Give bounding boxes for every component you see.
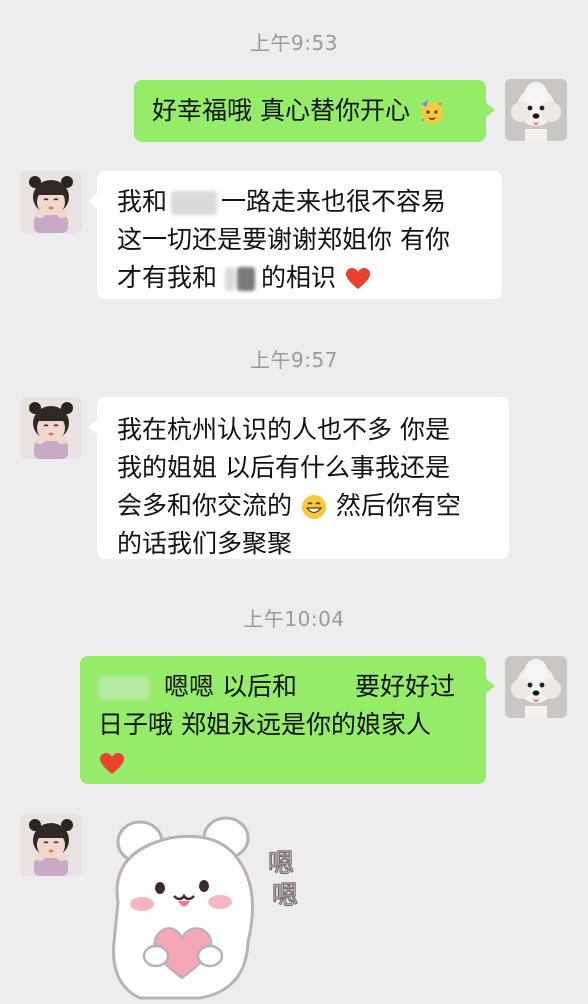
message-text: 要好好过 bbox=[354, 672, 455, 701]
bear-holding-heart-sticker-icon: 嗯 嗯 bbox=[112, 816, 299, 1000]
contact-avatar[interactable] bbox=[20, 814, 82, 876]
message-text: 才有我和 bbox=[117, 263, 218, 292]
message-text: 我在杭州认识的人也不多 你是 bbox=[117, 415, 450, 444]
message-text: 的相识 bbox=[261, 263, 337, 292]
girl-avatar-icon bbox=[20, 814, 82, 876]
message-text: 会多和你交流的 bbox=[117, 491, 293, 520]
redacted-name bbox=[171, 191, 218, 215]
red-heart-emoji-icon bbox=[100, 753, 124, 774]
timestamp: 上午9:53 bbox=[250, 31, 338, 55]
redacted-name bbox=[225, 267, 236, 291]
message-text: 我和 bbox=[117, 187, 168, 216]
timestamp: 上午9:57 bbox=[250, 348, 338, 372]
girl-avatar-icon bbox=[20, 397, 82, 459]
girl-avatar-icon bbox=[20, 171, 82, 233]
contact-avatar[interactable] bbox=[20, 171, 82, 233]
message-text: 日子哦 郑姐永远是你的娘家人 bbox=[98, 710, 431, 739]
message-bubble-sent[interactable]: 嗯嗯 以后和 要好好过 日子哦 郑姐永远是你的娘家人 bbox=[80, 656, 495, 784]
message-text: 的话我们多聚聚 bbox=[117, 529, 293, 558]
message-text: 嗯嗯 以后和 bbox=[164, 672, 297, 701]
message-bubble-received[interactable]: 我在杭州认识的人也不多 你是 我的姐姐 以后有什么事我还是 会多和你交流的 然后… bbox=[88, 397, 509, 559]
sticker-text: 嗯 bbox=[272, 881, 298, 911]
redacted-name bbox=[237, 267, 256, 291]
grinning-face-emoji-icon bbox=[301, 495, 326, 519]
message-text: 一路走来也很不容易 bbox=[221, 187, 447, 216]
message-text: 这一切还是要谢谢郑姐你 有你 bbox=[117, 225, 450, 254]
dog-avatar-icon bbox=[505, 656, 567, 718]
message-bubble-sent[interactable]: 好幸福哦 真心替你开心 bbox=[134, 80, 495, 142]
message-text: 然后你有空 bbox=[327, 491, 461, 520]
message-bubble-received[interactable]: 我和 一路走来也很不容易 这一切还是要谢谢郑姐你 有你 才有我和 的相识 bbox=[88, 171, 502, 299]
redacted-name bbox=[98, 676, 150, 700]
message-text: 好幸福哦 真心替你开心 bbox=[152, 96, 410, 125]
my-avatar[interactable] bbox=[505, 79, 567, 141]
red-heart-emoji-icon bbox=[345, 268, 370, 289]
timestamp: 上午10:04 bbox=[243, 607, 345, 631]
my-avatar[interactable] bbox=[505, 656, 567, 718]
sticker-text: 嗯 bbox=[268, 849, 294, 879]
message-text: 我的姐姐 以后有什么事我还是 bbox=[117, 453, 450, 482]
contact-avatar[interactable] bbox=[20, 397, 82, 459]
partying-face-emoji-icon bbox=[420, 100, 443, 124]
sticker-message[interactable]: 嗯 嗯 bbox=[100, 812, 300, 1000]
dog-avatar-icon bbox=[505, 79, 567, 141]
